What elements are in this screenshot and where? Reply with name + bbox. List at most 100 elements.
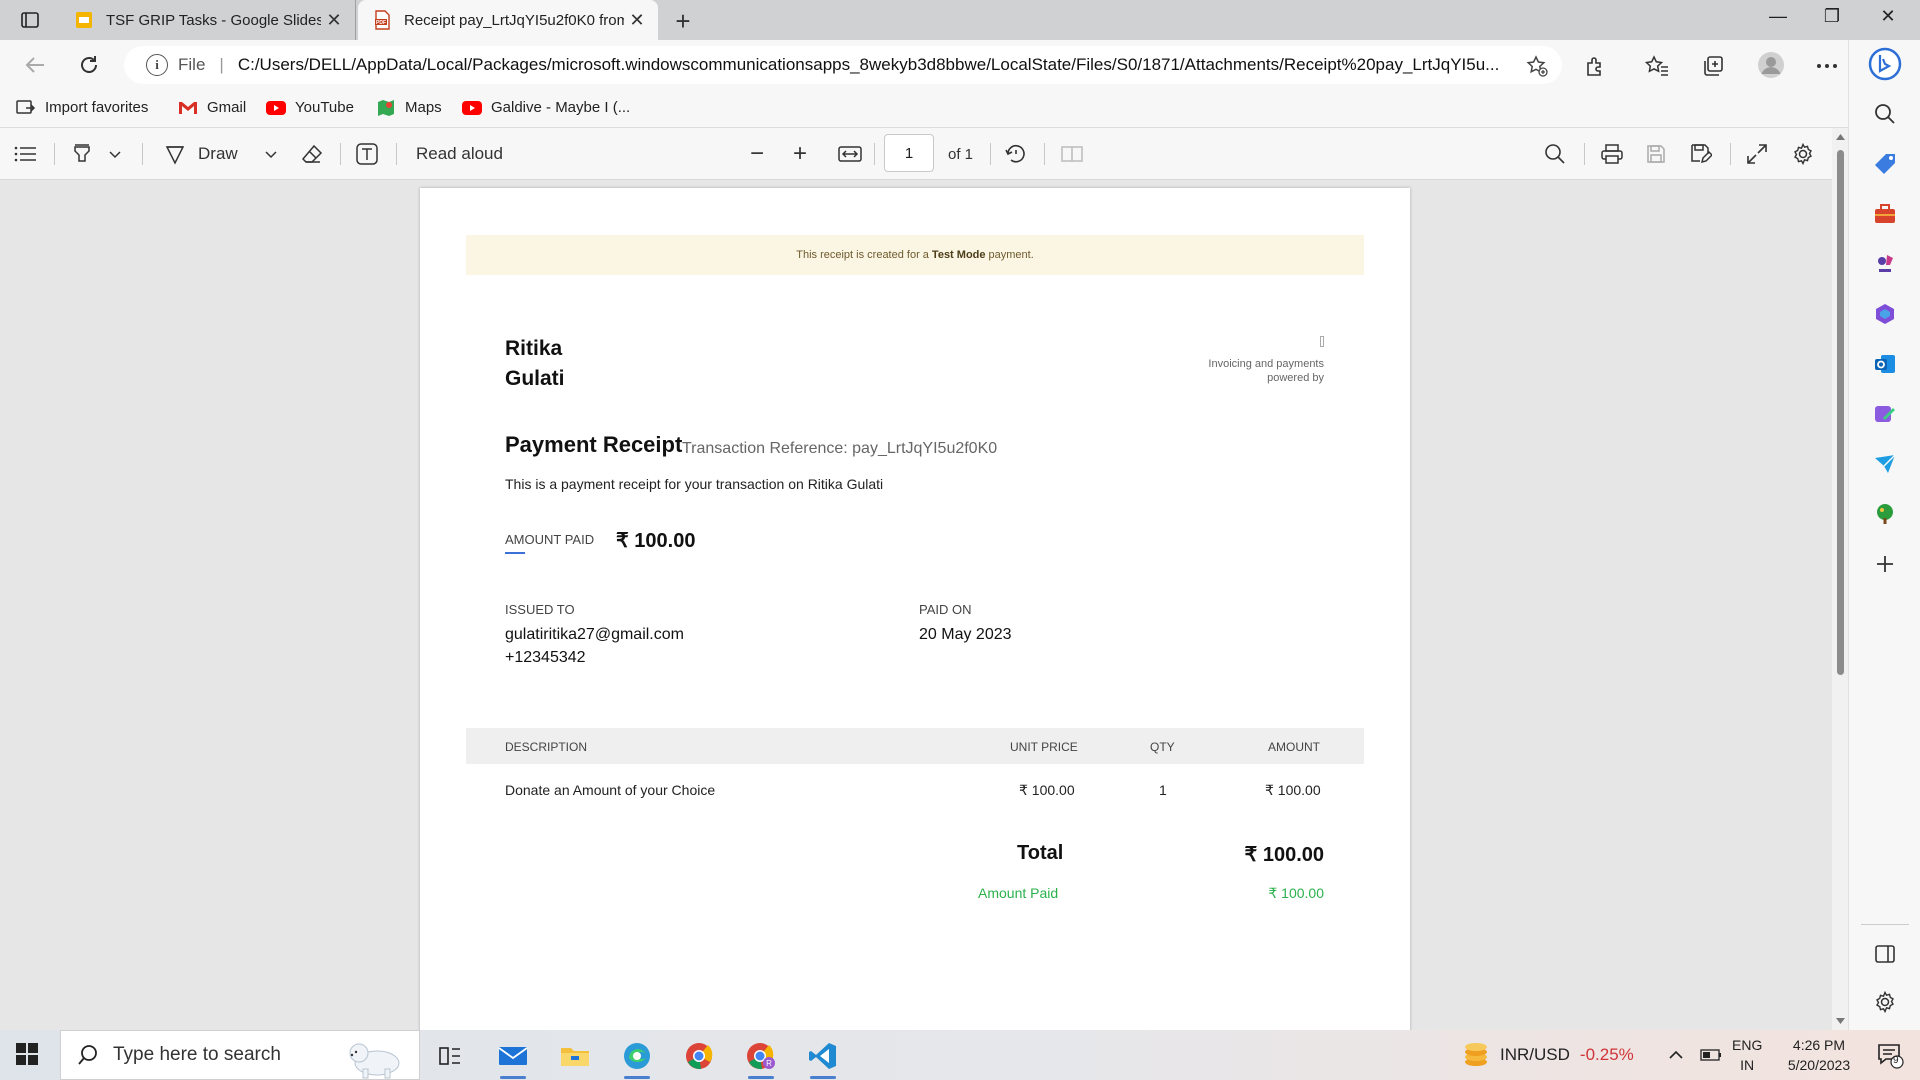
youtube-icon [462,100,482,116]
settings-gear-icon[interactable] [1792,142,1814,166]
tab-label: TSF GRIP Tasks - Google Slides [106,11,321,29]
extensions-icon[interactable] [1582,53,1608,79]
favorite-maps[interactable]: Maps [376,99,442,116]
refresh-button[interactable] [74,50,104,80]
favorites-icon[interactable] [1644,53,1670,79]
ticker-change: -0.25% [1579,1045,1634,1064]
chevron-down-icon[interactable] [108,142,122,166]
outlook-icon[interactable] [1871,350,1899,378]
divider [54,143,55,165]
more-options-icon[interactable] [1814,53,1840,79]
table-cell: 1 [1159,782,1167,798]
favorite-gmail[interactable]: Gmail [178,99,246,116]
edge-browser-icon[interactable] [616,1038,658,1079]
clock[interactable]: 4:26 PM 5/20/2023 [1772,1030,1866,1080]
tab-actions-icon [21,12,39,28]
games-icon[interactable] [1871,250,1899,278]
column-header: DESCRIPTION [505,740,588,754]
draw-button[interactable]: Draw [164,142,238,166]
favorite-galdive[interactable]: Galdive - Maybe I (... [462,99,630,116]
tab-google-slides[interactable]: TSF GRIP Tasks - Google Slides ✕ [60,0,356,40]
search-icon[interactable] [1871,100,1899,128]
vscode-icon[interactable] [802,1038,844,1079]
profile-avatar[interactable] [1756,50,1786,80]
favorite-import[interactable]: Import favorites [16,99,148,116]
add-favorite-icon[interactable] [1526,55,1548,82]
rotate-icon[interactable] [1004,142,1028,166]
window-close-button[interactable]: ✕ [1858,6,1918,27]
scroll-down-icon[interactable] [1836,1018,1845,1024]
paid-on-value: 20 May 2023 [919,626,1012,643]
zoom-out-button[interactable]: − [750,140,764,167]
bing-icon[interactable] [1867,46,1903,82]
hide-sidebar-icon[interactable] [1871,940,1899,968]
mail-app-icon[interactable] [492,1038,534,1079]
pdf-page: This receipt is created for a Test Mode … [420,188,1410,1030]
file-explorer-icon[interactable] [554,1038,596,1074]
pdf-viewer[interactable]: This receipt is created for a Test Mode … [0,180,1832,1030]
address-field[interactable]: i File | C:/Users/DELL/AppData/Local/Pac… [124,46,1562,84]
two-page-view-icon[interactable] [1060,142,1084,166]
add-sidebar-app-icon[interactable] [1871,550,1899,578]
scrollbar-thumb[interactable] [1837,150,1844,675]
shopping-tag-icon[interactable] [1871,150,1899,178]
url-text[interactable]: C:/Users/DELL/AppData/Local/Packages/mic… [238,55,1528,75]
info-icon[interactable]: i [146,54,168,76]
page-number-input[interactable]: 1 [884,134,934,172]
chevron-down-icon[interactable] [264,142,278,166]
back-button[interactable] [20,50,50,80]
svg-text:PDF: PDF [376,20,386,26]
print-icon[interactable] [1600,142,1624,166]
zoom-in-button[interactable]: + [793,140,807,167]
show-hidden-icons-button[interactable] [1668,1030,1684,1080]
minimize-button[interactable]: — [1748,6,1808,27]
taskbar-search-box[interactable]: Type here to search [60,1030,420,1080]
tree-icon[interactable] [1871,500,1899,528]
save-as-icon[interactable] [1690,142,1712,166]
new-tab-button[interactable]: + [668,6,698,37]
powered-line2: powered by [1267,372,1324,384]
eraser-icon[interactable] [300,142,324,166]
windows-start-button[interactable] [16,1043,38,1070]
divider [1730,143,1731,165]
vertical-scrollbar[interactable] [1832,128,1848,1030]
table-header: DESCRIPTION UNIT PRICE QTY AMOUNT [466,728,1364,764]
tab-actions-button[interactable] [18,9,42,31]
read-aloud-button[interactable]: Read aloud [416,142,503,166]
chrome-profile-icon[interactable]: R [740,1038,782,1079]
clock-date: 5/20/2023 [1787,1057,1851,1073]
task-view-icon[interactable] [429,1038,471,1074]
office-icon[interactable] [1871,300,1899,328]
google-slides-icon [76,12,92,28]
close-icon[interactable]: ✕ [624,10,650,31]
designer-icon[interactable] [1871,400,1899,428]
pdf-toolbar: Draw Read aloud − + 1 of 1 [0,128,1832,180]
merchant-name-line1: Ritika [505,337,563,360]
chrome-browser-icon[interactable] [678,1038,720,1074]
divider [340,143,341,165]
table-cell: Donate an Amount of your Choice [505,782,716,798]
collections-icon[interactable] [1700,53,1726,79]
table-cell: ₹ 100.00 [1019,782,1075,798]
currency-ticker[interactable]: INR/USD -0.25% [1462,1030,1634,1080]
tab-receipt-pdf[interactable]: PDF Receipt pay_LrtJqYI5u2f0K0 from ✕ [358,0,658,40]
search-icon[interactable] [1544,142,1566,166]
add-text-icon[interactable] [356,142,378,166]
scroll-up-icon[interactable] [1836,134,1845,140]
close-icon[interactable]: ✕ [321,10,347,31]
tools-briefcase-icon[interactable] [1871,200,1899,228]
restore-button[interactable]: ❐ [1802,6,1862,27]
import-icon [16,99,36,116]
contents-icon[interactable] [14,142,38,166]
save-icon[interactable] [1646,142,1666,166]
notification-center-button[interactable]: 9 [1876,1030,1904,1080]
send-icon[interactable] [1871,450,1899,478]
sidebar-settings-icon[interactable] [1871,988,1899,1016]
favorite-youtube[interactable]: YouTube [266,99,354,116]
language-indicator[interactable]: ENG IN [1732,1030,1762,1080]
tab-bar: TSF GRIP Tasks - Google Slides ✕ PDF Rec… [0,0,1920,40]
fullscreen-icon[interactable] [1746,142,1768,166]
battery-icon[interactable] [1700,1030,1722,1080]
highlight-icon[interactable] [70,142,94,166]
fit-to-width-icon[interactable] [838,142,862,166]
